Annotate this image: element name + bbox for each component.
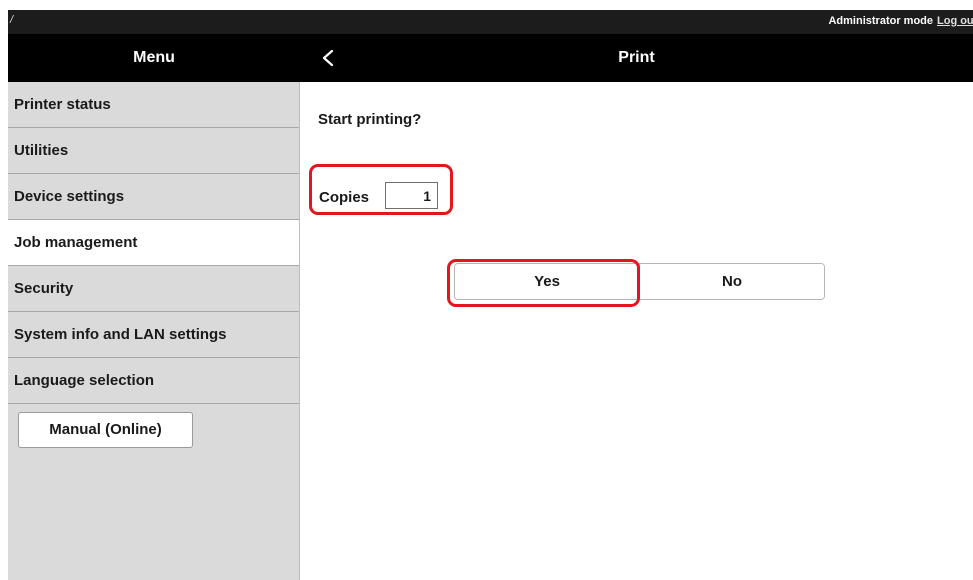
confirm-button-group: Yes No <box>454 263 825 300</box>
copies-label: Copies <box>319 189 370 206</box>
yes-button[interactable]: Yes <box>455 264 639 299</box>
sidebar-item-job-management[interactable]: Job management <box>8 220 299 266</box>
header-bar: Menu Print <box>8 34 973 82</box>
copies-input[interactable] <box>385 182 438 209</box>
sidebar-item-language-selection[interactable]: Language selection <box>8 358 299 404</box>
sidebar: Printer status Utilities Device settings… <box>8 82 300 580</box>
print-prompt: Start printing? <box>318 111 422 128</box>
sidebar-item-security[interactable]: Security <box>8 266 299 312</box>
top-status-bar: / Administrator mode Log out <box>8 10 973 34</box>
menu-title: Menu <box>133 49 175 66</box>
logout-link[interactable]: Log out <box>937 15 973 27</box>
app-window: / Administrator mode Log out Menu Print … <box>8 10 973 580</box>
sidebar-item-system-info[interactable]: System info and LAN settings <box>8 312 299 358</box>
admin-mode-label: Administrator mode <box>828 15 933 27</box>
no-button[interactable]: No <box>639 264 824 299</box>
path-indicator: / <box>10 14 14 26</box>
chevron-left-icon[interactable] <box>313 34 343 82</box>
page-title: Print <box>618 49 655 66</box>
main-panel: Start printing? Copies Yes No <box>300 82 973 580</box>
sidebar-item-utilities[interactable]: Utilities <box>8 128 299 174</box>
sidebar-item-printer-status[interactable]: Printer status <box>8 82 299 128</box>
manual-online-button[interactable]: Manual (Online) <box>18 412 193 448</box>
sidebar-item-device-settings[interactable]: Device settings <box>8 174 299 220</box>
